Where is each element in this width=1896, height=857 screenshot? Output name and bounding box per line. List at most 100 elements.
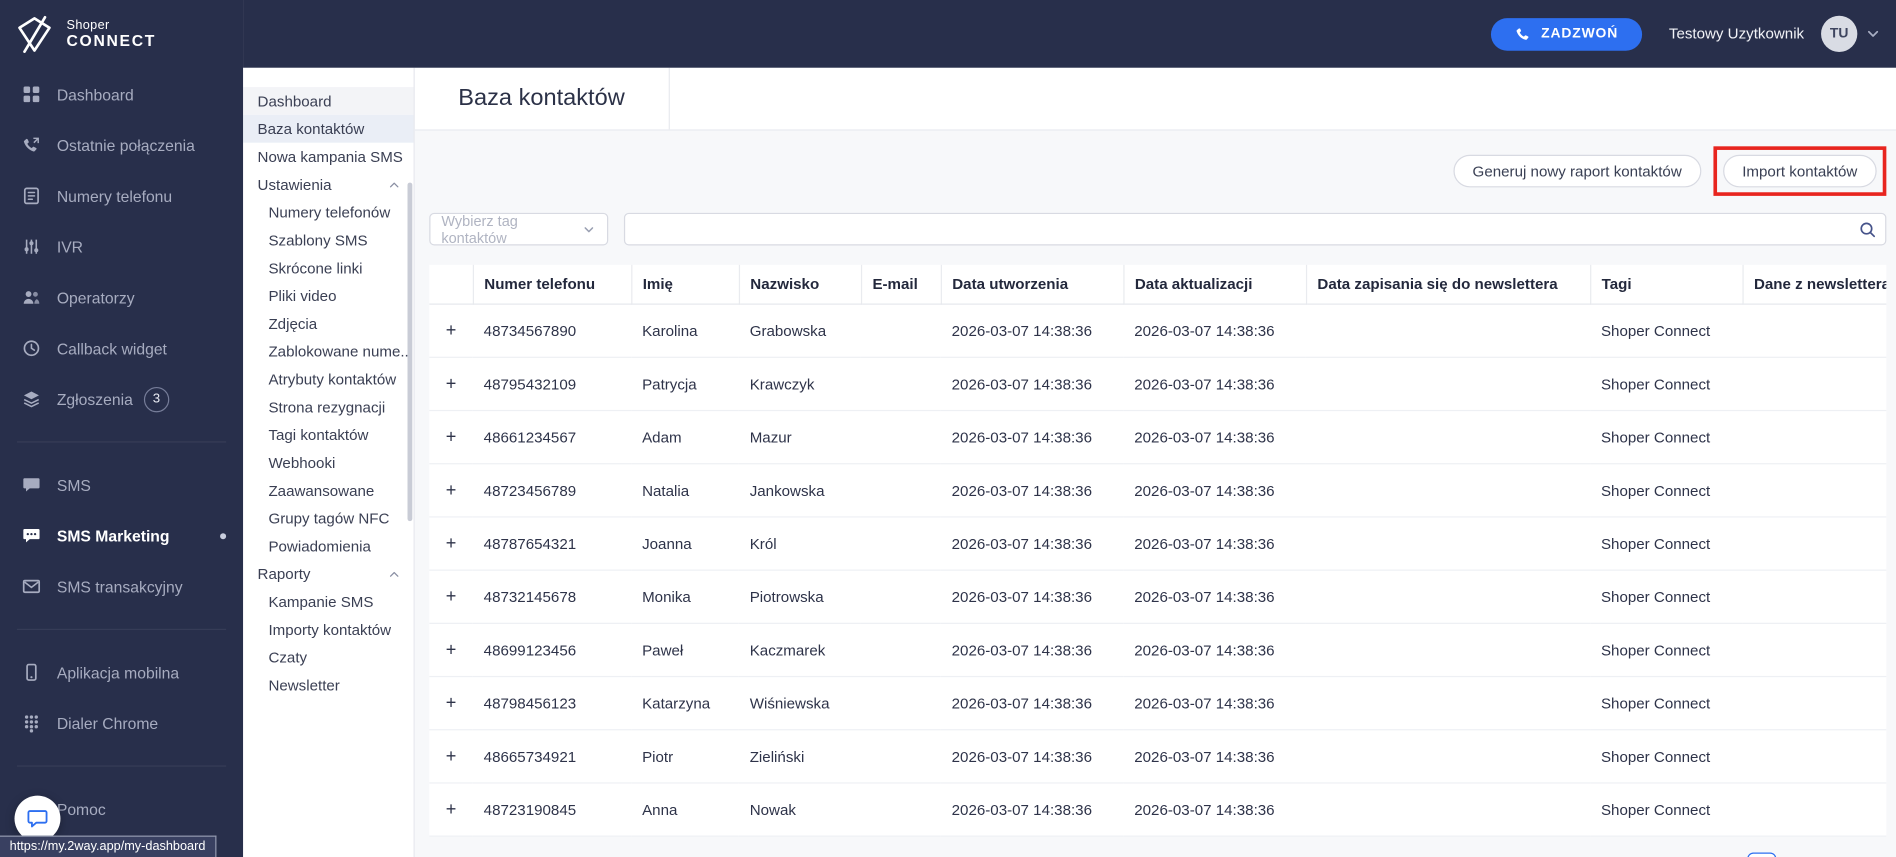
app-logo-text: Shoper CONNECT [67,18,157,51]
submenu-item-grupy-tagow-nfc[interactable]: Grupy tagów NFC [243,504,413,532]
submenu-item-skrocone-linki[interactable]: Skrócone linki [243,254,413,282]
submenu-item-baza-kontaktow[interactable]: Baza kontaktów [243,114,414,143]
submenu-item-strona-rezygnacji[interactable]: Strona rezygnacji [243,393,413,421]
expand-row-button[interactable]: + [441,374,460,395]
sidebar-item-dialer-chrome[interactable]: Dialer Chrome [0,698,243,749]
pagination-page-2[interactable]: 2 [1785,852,1814,857]
sidebar-item-operatorzy[interactable]: Operatorzy [0,272,243,323]
column-header-tagi: Tagi [1590,264,1744,305]
submenu-item-kampanie-sms[interactable]: Kampanie SMS [243,588,413,616]
submenu-item-raporty[interactable]: Raporty [243,560,413,588]
submenu-item-tagi-kontaktow[interactable]: Tagi kontaktów [243,421,413,449]
sidebar-item-aplikacja-mobilna[interactable]: Aplikacja mobilna [0,628,243,698]
cell-newsletter-date [1305,782,1591,837]
user-avatar[interactable]: TU [1821,15,1858,52]
submenu-item-pliki-video[interactable]: Pliki video [243,282,413,310]
cell-updated-date: 2026-03-07 14:38:36 [1123,623,1306,678]
expand-cell: + [429,357,473,412]
import-contacts-button[interactable]: Import kontaktów [1722,154,1877,188]
expand-row-button[interactable]: + [441,693,460,714]
expand-row-button[interactable]: + [441,586,460,607]
submenu-item-szablony-sms[interactable]: Szablony SMS [243,226,413,254]
cell-newsletter-date [1305,304,1591,358]
page-tabstrip: Baza kontaktów [414,67,1896,131]
dashboard-grid-icon [22,85,41,104]
cell-newsletter-data [1742,410,1887,465]
sidebar-item-callback-widget[interactable]: Callback widget [0,323,243,374]
submenu-item-czaty[interactable]: Czaty [243,643,413,671]
secondary-sidebar: Dashboard Baza kontaktów Nowa kampania SMS… [243,67,415,857]
expand-cell: + [429,570,473,624]
cell-phone: 48661234567 [472,410,632,465]
operators-icon [22,288,41,307]
cell-first-name: Joanna [631,516,739,571]
search-icon[interactable] [1859,220,1877,238]
submenu-item-powiadomienia[interactable]: Powiadomienia [243,532,413,560]
cell-newsletter-data [1742,676,1887,731]
filter-row: Wybierz tag kontaktów [429,212,1887,247]
sidebar-item-ivr[interactable]: IVR [0,221,243,272]
tab-baza-kontaktow[interactable]: Baza kontaktów [415,67,670,130]
submenu-item-ustawienia[interactable]: Ustawienia [243,170,413,198]
callback-icon [22,339,41,358]
submenu-item-label: Strona rezygnacji [268,398,386,416]
submenu-item-atrybuty-kontaktow[interactable]: Atrybuty kontaktów [243,365,413,393]
cell-email [860,304,941,358]
expand-row-button[interactable]: + [441,320,460,341]
submenu-scrollbar[interactable] [407,182,413,522]
sidebar-item-sms-transakcyjny[interactable]: SMS transakcyjny [0,561,243,612]
pagination-prev-icon[interactable]: ‹ [1715,852,1739,857]
expand-cell: + [429,782,473,837]
cell-email [860,623,941,678]
cell-newsletter-date [1305,516,1591,571]
sidebar-item-numery-telefonu[interactable]: Numery telefonu [0,170,243,221]
expand-row-button[interactable]: + [441,427,460,448]
column-header-data-zapisania-sie-do-newslettera: Data zapisania się do newslettera [1305,264,1591,305]
app-logo[interactable]: Shoper CONNECT [0,0,243,57]
expand-row-button[interactable]: + [441,480,460,501]
call-button[interactable]: ZADZWOŃ [1491,17,1643,51]
tag-filter-select[interactable]: Wybierz tag kontaktów [429,212,609,247]
submenu-item-zablokowane-nume[interactable]: Zablokowane nume... [243,337,413,365]
pagination: ‹ 1 2 3 › [1715,852,1884,857]
sidebar-item-sms[interactable]: SMS [0,441,243,510]
pagination-next-icon[interactable]: › [1860,852,1884,857]
cell-first-name: Patrycja [631,357,739,412]
user-menu-chevron-down-icon[interactable] [1865,25,1882,42]
submenu-item-numery-telefonow[interactable]: Numery telefonów [243,198,413,226]
count-badge: 3 [143,386,170,412]
sidebar-item-dashboard[interactable]: Dashboard [0,69,243,120]
expand-row-button[interactable]: + [441,640,460,661]
submenu-item-label: Tagi kontaktów [268,426,369,444]
mobile-app-icon [22,663,41,682]
sidebar-item-zg-oszenia[interactable]: Zgłoszenia 3 [0,374,243,425]
cell-last-name: Piotrowska [738,570,861,624]
contacts-search-input[interactable] [625,214,1886,245]
column-header-imie: Imię [631,264,740,305]
expand-cell: + [429,410,473,465]
cell-newsletter-data [1742,729,1887,784]
expand-cell: + [429,623,473,678]
cell-last-name: Jankowska [738,463,861,518]
submenu-item-nowa-kampania-sms[interactable]: Nowa kampania SMS [243,143,413,171]
cell-created-date: 2026-03-07 14:38:36 [940,729,1124,784]
cell-created-date: 2026-03-07 14:38:36 [940,623,1124,678]
cell-first-name: Adam [631,410,739,465]
submenu-item-newsletter[interactable]: Newsletter [243,671,413,699]
pagination-page-3[interactable]: 3 [1822,852,1851,857]
sidebar-item-sms-marketing[interactable]: SMS Marketing [0,510,243,561]
submenu-item-importy-kontaktow[interactable]: Importy kontaktów [243,615,413,643]
expand-row-button[interactable]: + [441,799,460,820]
expand-row-button[interactable]: + [441,746,460,767]
submenu-item-webhooki[interactable]: Webhooki [243,449,413,477]
cell-created-date: 2026-03-07 14:38:36 [940,676,1124,731]
generate-report-button[interactable]: Generuj nowy raport kontaktów [1453,154,1702,188]
submenu-item-label: Baza kontaktów [257,120,365,138]
pagination-page-1[interactable]: 1 [1747,852,1777,857]
tag-filter-placeholder: Wybierz tag kontaktów [441,212,518,247]
submenu-item-zdjecia[interactable]: Zdjęcia [243,310,413,338]
submenu-item-zaawansowane[interactable]: Zaawansowane [243,476,413,504]
expand-row-button[interactable]: + [441,533,460,554]
sidebar-item-ostatnie-po-aczenia[interactable]: Ostatnie połączenia [0,120,243,171]
submenu-item-dashboard[interactable]: Dashboard [243,87,414,115]
